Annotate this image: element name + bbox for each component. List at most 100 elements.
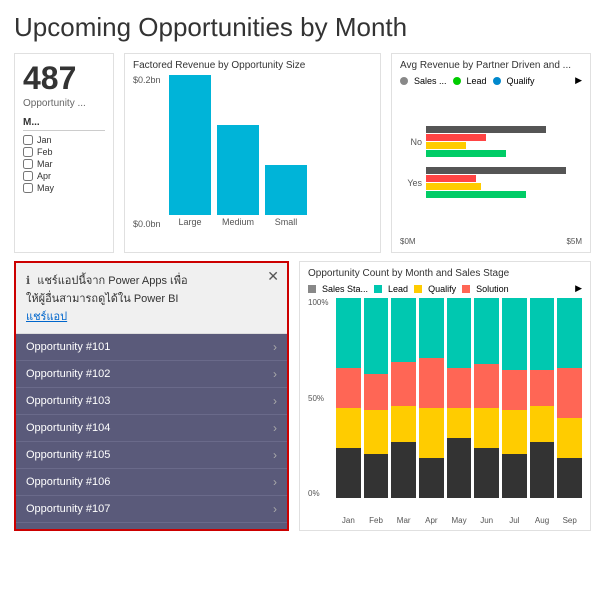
bar-large: Large bbox=[169, 75, 211, 227]
avg-revenue-card: Avg Revenue by Partner Driven and ... Sa… bbox=[391, 53, 591, 253]
share-link[interactable]: แชร์แอป bbox=[26, 311, 67, 323]
stacked-expand-icon[interactable]: ▶ bbox=[575, 283, 582, 294]
x-label-Jun: Jun bbox=[474, 516, 499, 525]
stacked-chart-wrapper: 0% 50% 100% bbox=[308, 298, 582, 516]
checkbox-apr[interactable] bbox=[23, 171, 33, 181]
stacked-segment bbox=[419, 408, 444, 458]
hbar-no-bars bbox=[426, 126, 582, 157]
list-item-101[interactable]: Opportunity #101 › bbox=[16, 334, 287, 361]
stacked-segment bbox=[336, 408, 361, 448]
list-item-104[interactable]: Opportunity #104 › bbox=[16, 415, 287, 442]
stacked-segment bbox=[474, 448, 499, 498]
stacked-segment bbox=[502, 370, 527, 410]
x-label-Jul: Jul bbox=[502, 516, 527, 525]
stacked-segment bbox=[447, 368, 472, 408]
stacked-segment bbox=[336, 448, 361, 498]
x-label-Jan: Jan bbox=[336, 516, 361, 525]
hbar-yes-bars bbox=[426, 167, 582, 198]
list-item-104-label: Opportunity #104 bbox=[26, 422, 110, 434]
chevron-right-102: › bbox=[273, 367, 277, 381]
checkbox-mar[interactable] bbox=[23, 159, 33, 169]
stacked-legend-lead-label: Lead bbox=[388, 284, 408, 294]
stacked-segment bbox=[419, 358, 444, 408]
list-item-102-label: Opportunity #102 bbox=[26, 368, 110, 380]
list-item-108[interactable]: Opportunity #108 › bbox=[16, 523, 287, 529]
hbar-no-label: No bbox=[400, 137, 422, 147]
stacked-legend-solution-dot bbox=[462, 285, 470, 293]
chevron-right-106: › bbox=[273, 475, 277, 489]
stacked-col-Aug bbox=[530, 298, 555, 498]
checkbox-may[interactable] bbox=[23, 183, 33, 193]
stacked-legend-solution-label: Solution bbox=[476, 284, 509, 294]
list-item-107[interactable]: Opportunity #107 › bbox=[16, 496, 287, 523]
bottom-row: ℹ แชร์แอปนี้จาก Power Apps เพื่อให้ผู้อื… bbox=[14, 261, 591, 531]
checkbox-feb[interactable] bbox=[23, 147, 33, 157]
month-apr: Apr bbox=[23, 170, 105, 182]
legend-lead-label: Lead bbox=[467, 76, 487, 86]
checkbox-jan[interactable] bbox=[23, 135, 33, 145]
list-item-106[interactable]: Opportunity #106 › bbox=[16, 469, 287, 496]
hbar-no-row: No bbox=[400, 126, 582, 157]
kpi-number: 487 bbox=[23, 62, 105, 94]
info-icon: ℹ bbox=[26, 275, 30, 287]
hbar-x-labels: $0M $5M bbox=[400, 237, 582, 246]
stacked-y-axis: 0% 50% 100% bbox=[308, 298, 328, 498]
x-label-Apr: Apr bbox=[419, 516, 444, 525]
stacked-col-Sep bbox=[557, 298, 582, 498]
list-panel: Opportunity #101 › Opportunity #102 › Op… bbox=[16, 334, 287, 529]
chevron-right-107: › bbox=[273, 502, 277, 516]
hbar-no-seg1 bbox=[426, 126, 546, 133]
stacked-segment bbox=[447, 438, 472, 498]
y-label-100: 100% bbox=[308, 298, 328, 307]
stacked-segment bbox=[364, 298, 389, 374]
x-label-Mar: Mar bbox=[391, 516, 416, 525]
bar-large-rect bbox=[169, 75, 211, 215]
avg-revenue-title: Avg Revenue by Partner Driven and ... bbox=[400, 60, 582, 71]
stacked-col-Jan bbox=[336, 298, 361, 498]
y-label-50: 50% bbox=[308, 394, 328, 403]
stacked-legend: Sales Sta... Lead Qualify Solution ▶ bbox=[308, 283, 582, 294]
stacked-segment bbox=[336, 298, 361, 368]
bars-container: Large Medium Small bbox=[133, 75, 372, 227]
hbar-yes-seg1 bbox=[426, 167, 566, 174]
stacked-segment bbox=[502, 454, 527, 498]
overlay-panel: ℹ แชร์แอปนี้จาก Power Apps เพื่อให้ผู้อื… bbox=[14, 261, 289, 531]
bar-medium: Medium bbox=[217, 125, 259, 227]
stacked-col-Jul bbox=[502, 298, 527, 498]
y-label-top: $0.2bn bbox=[133, 75, 161, 85]
x-label-Sep: Sep bbox=[557, 516, 582, 525]
top-row: 487 Opportunity ... M... Jan Feb Mar Apr… bbox=[14, 53, 591, 253]
chevron-right-101: › bbox=[273, 340, 277, 354]
stacked-segment bbox=[557, 368, 582, 418]
hbar-yes-label: Yes bbox=[400, 178, 422, 188]
stacked-segment bbox=[364, 454, 389, 498]
legend-qualify-dot bbox=[493, 77, 501, 85]
bar-small-label: Small bbox=[275, 217, 298, 227]
chevron-right-104: › bbox=[273, 421, 277, 435]
legend-sales-label: Sales ... bbox=[414, 76, 447, 86]
close-button[interactable]: ✕ bbox=[267, 269, 279, 283]
stacked-segment bbox=[530, 406, 555, 442]
list-item-107-label: Opportunity #107 bbox=[26, 503, 110, 515]
stacked-col-Mar bbox=[391, 298, 416, 498]
stacked-segment bbox=[474, 408, 499, 448]
hbar-no-seg4 bbox=[426, 150, 506, 157]
stacked-segment bbox=[419, 298, 444, 358]
list-item-106-label: Opportunity #106 bbox=[26, 476, 110, 488]
y-label-bottom: $0.0bn bbox=[133, 219, 161, 229]
stacked-segment bbox=[557, 418, 582, 458]
notification-text: แชร์แอปนี้จาก Power Apps เพื่อให้ผู้อื่น… bbox=[26, 275, 188, 305]
month-feb: Feb bbox=[23, 146, 105, 158]
bar-medium-label: Medium bbox=[222, 217, 254, 227]
list-item-105[interactable]: Opportunity #105 › bbox=[16, 442, 287, 469]
hbar-yes-seg4 bbox=[426, 191, 526, 198]
list-item-102[interactable]: Opportunity #102 › bbox=[16, 361, 287, 388]
expand-icon[interactable]: ▶ bbox=[575, 75, 582, 86]
list-item-103[interactable]: Opportunity #103 › bbox=[16, 388, 287, 415]
stacked-col-Feb bbox=[364, 298, 389, 498]
x-label-5m: $5M bbox=[566, 237, 582, 246]
stacked-segment bbox=[474, 364, 499, 408]
list-item-105-label: Opportunity #105 bbox=[26, 449, 110, 461]
chevron-right-103: › bbox=[273, 394, 277, 408]
main-container: Upcoming Opportunities by Month 487 Oppo… bbox=[0, 0, 605, 597]
